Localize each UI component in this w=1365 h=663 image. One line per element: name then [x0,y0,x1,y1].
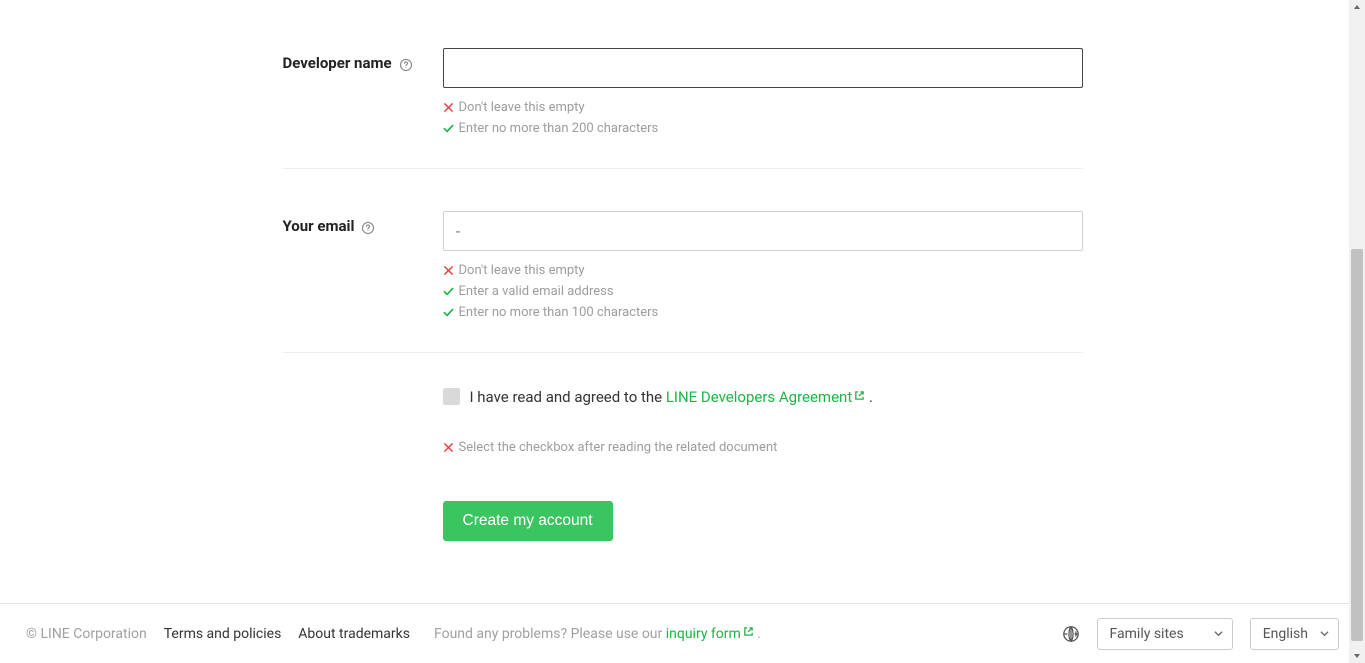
inquiry-text: Found any problems? Please use our inqui… [434,625,761,642]
scroll-down-arrow[interactable] [1349,647,1365,663]
developer-name-input[interactable] [443,48,1083,88]
external-link-icon [743,625,754,636]
footer-trademarks-link[interactable]: About trademarks [298,626,410,642]
check-icon [443,307,454,318]
agreement-text: I have read and agreed to the LINE Devel… [470,387,873,406]
developer-name-validations: Don't leave this empty Enter no more tha… [443,100,1083,136]
validation-text: Select the checkbox after reading the re… [459,440,778,455]
scrollbar[interactable] [1349,0,1365,663]
check-icon [443,123,454,134]
email-label: Your email [283,217,355,235]
validation-text: Don't leave this empty [459,100,585,115]
check-icon [443,286,454,297]
external-link-icon [854,387,865,398]
language-dropdown[interactable]: English [1250,618,1339,650]
help-icon[interactable] [361,220,375,234]
help-icon[interactable] [399,57,413,71]
dropdown-label: English [1263,626,1308,642]
validation-text: Enter no more than 100 characters [459,305,659,320]
globe-icon[interactable] [1062,625,1080,643]
email-validations: Don't leave this empty Enter a valid ema… [443,263,1083,320]
agreement-row: I have read and agreed to the LINE Devel… [283,387,1083,455]
inquiry-form-link[interactable]: inquiry form [666,626,754,642]
dropdown-label: Family sites [1110,626,1184,642]
validation-text: Enter no more than 200 characters [459,121,659,136]
agreement-link[interactable]: LINE Developers Agreement [666,388,865,406]
developer-name-label: Developer name [283,54,392,72]
footer-terms-link[interactable]: Terms and policies [164,626,282,642]
x-icon [443,265,454,276]
email-row: Your email Don't leave this empty [283,203,1083,353]
chevron-down-icon [1214,629,1223,638]
create-account-button[interactable]: Create my account [443,501,613,541]
scroll-thumb[interactable] [1351,249,1363,640]
chevron-down-icon [1320,629,1329,638]
developer-name-row: Developer name Don't leave this empty [283,40,1083,169]
family-sites-dropdown[interactable]: Family sites [1097,618,1233,650]
scroll-up-arrow[interactable] [1349,0,1365,16]
email-input[interactable] [443,211,1083,251]
validation-text: Don't leave this empty [459,263,585,278]
x-icon [443,102,454,113]
agreement-checkbox[interactable] [443,388,460,405]
copyright: © LINE Corporation [26,626,147,642]
validation-text: Enter a valid email address [459,284,614,299]
footer: © LINE Corporation Terms and policies Ab… [0,603,1365,663]
x-icon [443,442,454,453]
